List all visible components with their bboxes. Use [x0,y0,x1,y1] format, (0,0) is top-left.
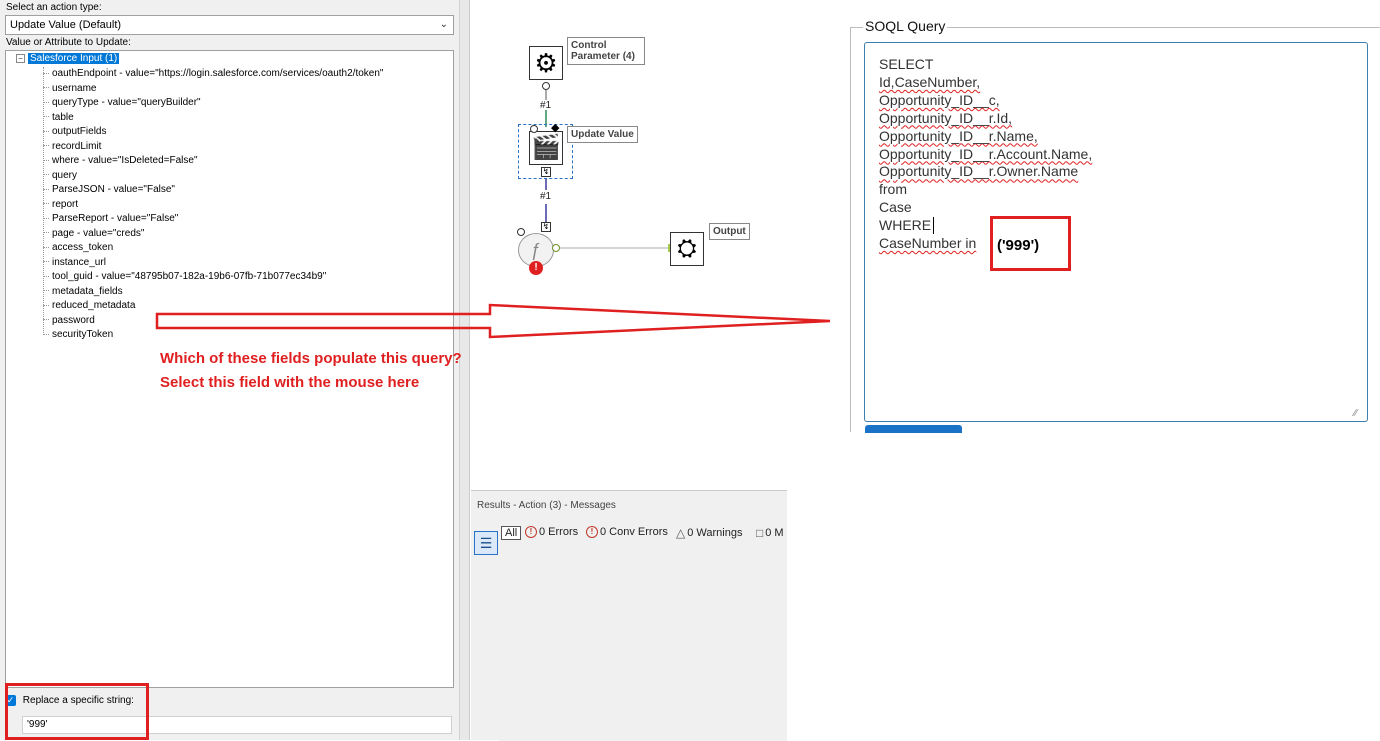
message-icon: □ [756,526,764,540]
soql-line: SELECT [879,56,934,72]
soql-line: Opportunity_ID__c, [879,91,1000,108]
filter-all-button[interactable]: All [501,526,522,540]
annotation-instruction: Select this field with the mouse here [160,374,420,391]
update-value-label: Update Value [567,126,638,143]
lightning-anchor-icon: ↯ [541,167,551,177]
error-circle-icon: ! [586,526,598,539]
lightning-anchor-icon: ↯ [541,222,551,232]
soql-line: WHERE [879,217,932,234]
soql-line: Opportunity_ID__r.Account.Name, [879,145,1093,162]
filter-errors-button[interactable]: ! 0 Errors [525,526,579,539]
output-tool-label: Output [709,223,750,240]
annotation-arrow [155,303,831,339]
filter-conv-errors-button[interactable]: ! 0 Conv Errors [586,526,668,539]
question-anchor-icon [530,125,538,133]
results-list[interactable] [499,547,787,741]
highlighted-query-value: ('999') [997,237,1040,254]
soql-group-legend: SOQL Query [863,18,948,34]
messages-count: 0 M [765,526,784,539]
warning-icon: △ [676,526,686,540]
text-caret [933,217,934,234]
error-icon: ! [529,261,543,275]
soql-line: from [879,181,907,198]
resize-grip-icon[interactable]: ∕∕ [1354,408,1357,419]
question-anchor-icon [542,82,550,90]
gear-icon[interactable]: ⚙ [529,46,563,80]
results-window: Results - Action (3) - Messages ☰ All ! 0… [471,490,787,741]
warnings-count: 0 Warnings [687,526,743,539]
list-view-icon[interactable]: ☰ [474,531,498,555]
connection-label: #1 [540,100,552,111]
results-title: Results - Action (3) - Messages [477,500,616,511]
connection-label: #1 [540,191,552,202]
filter-warnings-button[interactable]: △ 0 Warnings [676,526,742,540]
annotation-question: Which of these fields populate this quer… [160,350,462,367]
control-parameter-label: Control Parameter (4) [567,37,645,65]
macro-output-icon[interactable]: ⛭ [670,232,704,266]
soql-line: Case [879,199,912,216]
soql-line: Id,CaseNumber, [879,73,981,90]
diamond-icon: ◆ [551,122,560,134]
output-anchor-icon [552,244,560,252]
soql-line: CaseNumber in [879,235,977,251]
conv-errors-count: 0 Conv Errors [600,526,668,538]
clapperboard-icon[interactable]: 🎬 [529,131,563,165]
soql-line: Opportunity_ID__r.Name, [879,127,1038,144]
filter-messages-button[interactable]: □ 0 M [756,526,784,540]
soql-line: Opportunity_ID__r.Id, [879,109,1013,126]
question-anchor-icon [517,228,525,236]
error-circle-icon: ! [525,526,537,539]
errors-count: 0 Errors [539,526,579,538]
soql-line: Opportunity_ID__r.Owner.Name [879,163,1079,180]
soql-action-button[interactable] [865,425,962,433]
